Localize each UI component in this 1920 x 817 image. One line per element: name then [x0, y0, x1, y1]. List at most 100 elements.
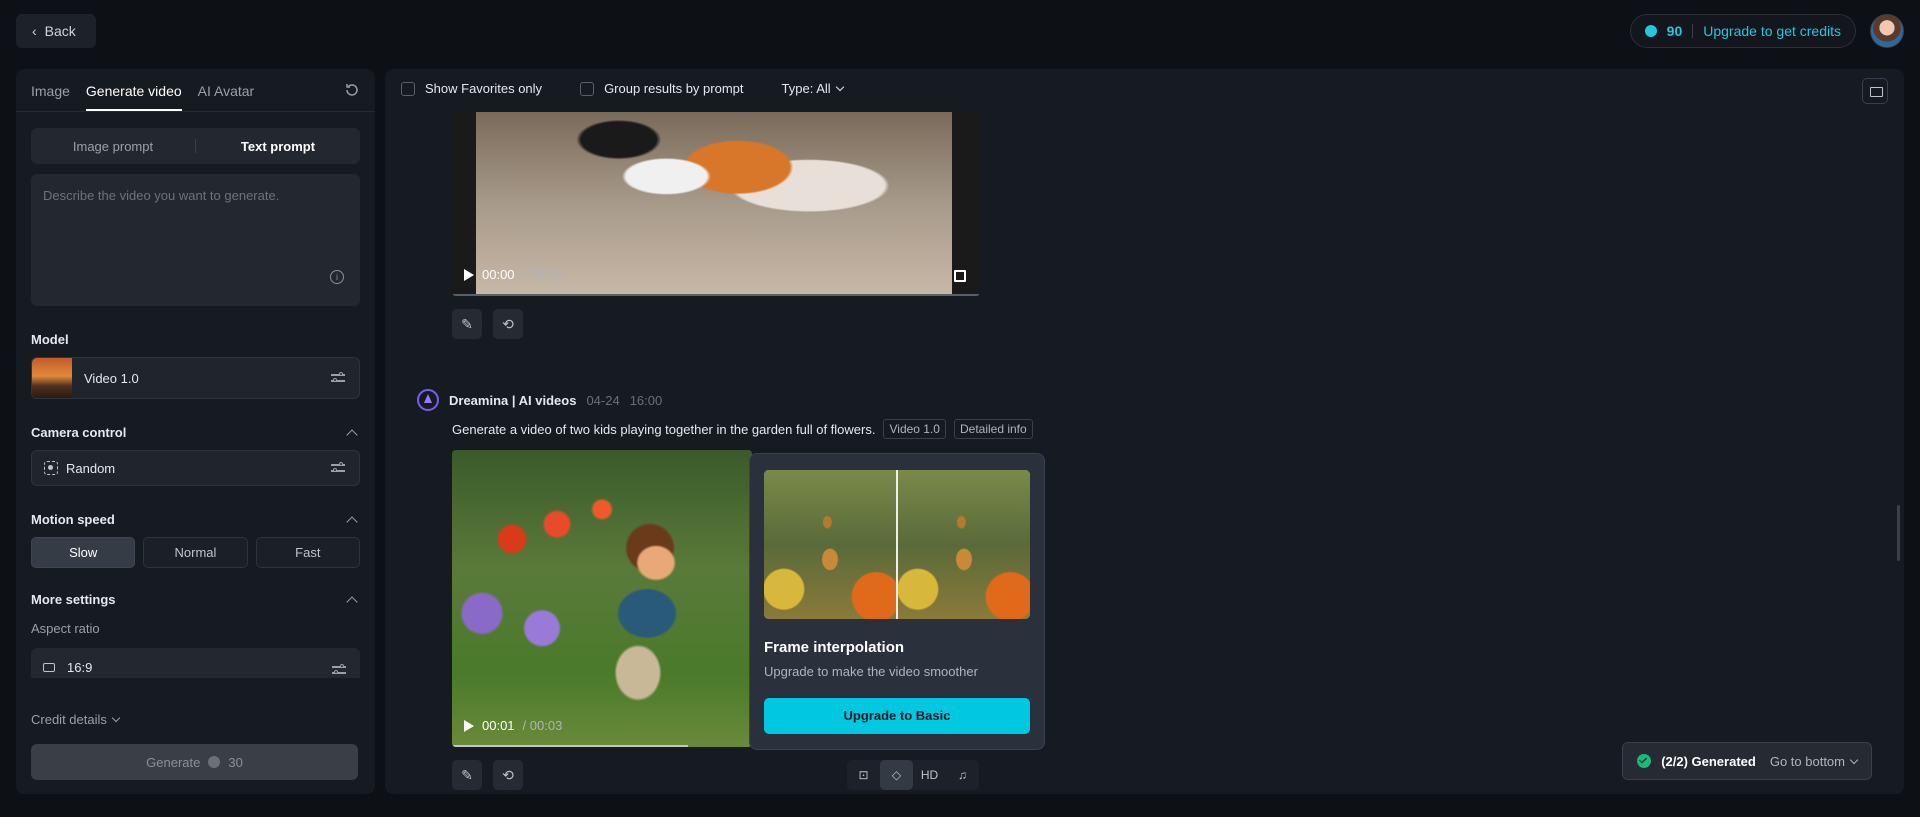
settings-sliders-icon[interactable]	[331, 372, 345, 384]
top-bar: ‹ Back 90 Upgrade to get credits	[0, 0, 1920, 62]
text-prompt-option[interactable]: Text prompt	[196, 139, 360, 154]
video-player-cat[interactable]: 00:00 / 00:03	[452, 112, 980, 296]
settings-sliders-icon[interactable]	[331, 462, 345, 474]
group-by-prompt-checkbox[interactable]	[580, 81, 595, 96]
chevron-up-icon	[346, 515, 358, 528]
fullscreen-icon[interactable]	[954, 270, 966, 282]
prompt-placeholder: Describe the video you want to generate.	[43, 188, 280, 203]
video-progress-bar[interactable]	[452, 294, 980, 296]
reset-icon[interactable]	[343, 81, 361, 99]
chevron-down-icon	[835, 82, 844, 92]
tab-image[interactable]: Image	[31, 83, 70, 111]
folder-icon[interactable]	[1862, 78, 1888, 104]
play-icon[interactable]	[464, 719, 474, 732]
speed-slow-button[interactable]: Slow	[31, 537, 136, 568]
divider	[16, 111, 375, 112]
motion-speed-header[interactable]: Motion speed	[31, 512, 360, 528]
video-enhance-toolbar: ⊡ ◇ HD ♫	[847, 760, 979, 790]
credits-pill[interactable]: 90 Upgrade to get credits	[1629, 14, 1856, 48]
video-player-kids[interactable]: 00:01 / 00:03	[452, 450, 752, 747]
total-time: / 00:03	[522, 718, 563, 733]
speed-normal-button[interactable]: Normal	[143, 537, 248, 568]
credit-details-toggle[interactable]: Credit details	[31, 712, 121, 727]
camera-focus-icon	[44, 461, 58, 475]
current-time: 00:00	[482, 267, 515, 282]
post-date: 04-24	[586, 392, 620, 408]
detailed-info-tag[interactable]: Detailed info	[953, 419, 1033, 439]
credit-coin-icon	[208, 756, 221, 768]
aspect-ratio-value: 16:9	[67, 660, 93, 675]
divider	[1692, 24, 1694, 38]
generate-label: Generate	[146, 754, 201, 770]
model-value: Video 1.0	[84, 370, 139, 386]
interpolation-preview-image	[764, 470, 1030, 619]
music-icon[interactable]: ♫	[946, 760, 979, 790]
preview-after	[898, 470, 1030, 619]
chevron-up-icon	[346, 595, 358, 608]
results-scrollbar[interactable]	[1897, 505, 1900, 561]
prompt-mode-toggle: Image prompt Text prompt	[31, 128, 360, 164]
hd-button[interactable]: HD	[913, 760, 946, 790]
chevron-up-icon	[346, 428, 358, 441]
upscale-icon[interactable]: ⊡	[847, 760, 880, 790]
regenerate-icon[interactable]: ⟲	[493, 309, 523, 339]
generate-footer: Credit details Generate 30	[16, 694, 375, 794]
tab-ai-avatar[interactable]: AI Avatar	[198, 83, 255, 111]
video-progress-bar[interactable]	[452, 745, 688, 747]
generate-button[interactable]: Generate 30	[31, 744, 358, 780]
upgrade-to-basic-button[interactable]: Upgrade to Basic	[764, 698, 1030, 734]
video-controls: 00:00 / 00:03	[464, 267, 562, 282]
mode-tabs: Image Generate video AI Avatar	[16, 69, 375, 111]
edit-icon[interactable]: ✎	[452, 309, 482, 339]
model-selector[interactable]: Video 1.0	[31, 357, 360, 399]
aspect-ratio-selector[interactable]: 16:9	[31, 648, 360, 678]
preview-before	[764, 470, 896, 619]
tab-generate-video[interactable]: Generate video	[85, 83, 182, 111]
left-panel: Image Generate video AI Avatar Image pro…	[16, 69, 375, 794]
chevron-down-icon	[1849, 755, 1859, 764]
chevron-down-icon	[111, 713, 121, 723]
post-author: Dreamina | AI videos	[449, 392, 577, 408]
video-frame-kids-garden	[452, 450, 752, 747]
upgrade-credits-link[interactable]: Upgrade to get credits	[1703, 23, 1841, 39]
go-to-bottom-button[interactable]: Go to bottom	[1770, 754, 1859, 769]
model-label: Model	[31, 332, 69, 347]
settings-sliders-icon[interactable]	[332, 664, 346, 676]
prompt-input[interactable]: Describe the video you want to generate.…	[31, 174, 360, 306]
results-panel: Show Favorites only Group results by pro…	[385, 69, 1904, 794]
chevron-left-icon: ‹	[32, 23, 37, 39]
favorites-label[interactable]: Show Favorites only	[425, 81, 542, 96]
video-controls: 00:01 / 00:03	[464, 718, 562, 733]
generated-count: (2/2) Generated	[1661, 753, 1756, 769]
user-avatar[interactable]	[1870, 14, 1904, 48]
edit-icon[interactable]: ✎	[452, 760, 482, 790]
play-icon[interactable]	[464, 268, 474, 281]
credit-count: 90	[1666, 23, 1683, 39]
post-header: Dreamina | AI videos 04-24 16:00	[417, 389, 662, 411]
camera-control-header[interactable]: Camera control	[31, 425, 360, 441]
favorites-checkbox[interactable]	[401, 81, 415, 96]
speed-fast-button[interactable]: Fast	[255, 537, 360, 568]
regenerate-icon[interactable]: ⟲	[493, 760, 523, 790]
check-circle-icon	[1637, 754, 1652, 768]
dreamina-logo-icon	[417, 389, 439, 411]
back-button[interactable]: ‹ Back	[16, 14, 96, 48]
model-thumbnail	[32, 358, 72, 398]
back-label: Back	[44, 23, 76, 39]
post-time: 16:00	[629, 392, 663, 408]
credit-coin-icon	[1644, 25, 1657, 37]
info-icon[interactable]: i	[330, 270, 344, 284]
camera-control-selector[interactable]: Random	[31, 450, 360, 486]
popup-subtitle: Upgrade to make the video smoother	[764, 664, 978, 679]
generation-status: (2/2) Generated Go to bottom	[1622, 742, 1872, 780]
model-tag[interactable]: Video 1.0	[883, 419, 946, 439]
prompt-text: Generate a video of two kids playing tog…	[452, 421, 876, 437]
group-by-prompt-label[interactable]: Group results by prompt	[604, 81, 743, 96]
image-prompt-option[interactable]: Image prompt	[31, 139, 195, 154]
current-time: 00:01	[482, 718, 515, 733]
frame-interpolation-popup: Frame interpolation Upgrade to make the …	[749, 453, 1045, 750]
more-settings-header[interactable]: More settings	[31, 592, 360, 608]
frame-interpolation-icon[interactable]: ◇	[880, 760, 913, 790]
generate-cost: 30	[228, 754, 243, 770]
type-filter-dropdown[interactable]: Type: All	[782, 81, 844, 96]
